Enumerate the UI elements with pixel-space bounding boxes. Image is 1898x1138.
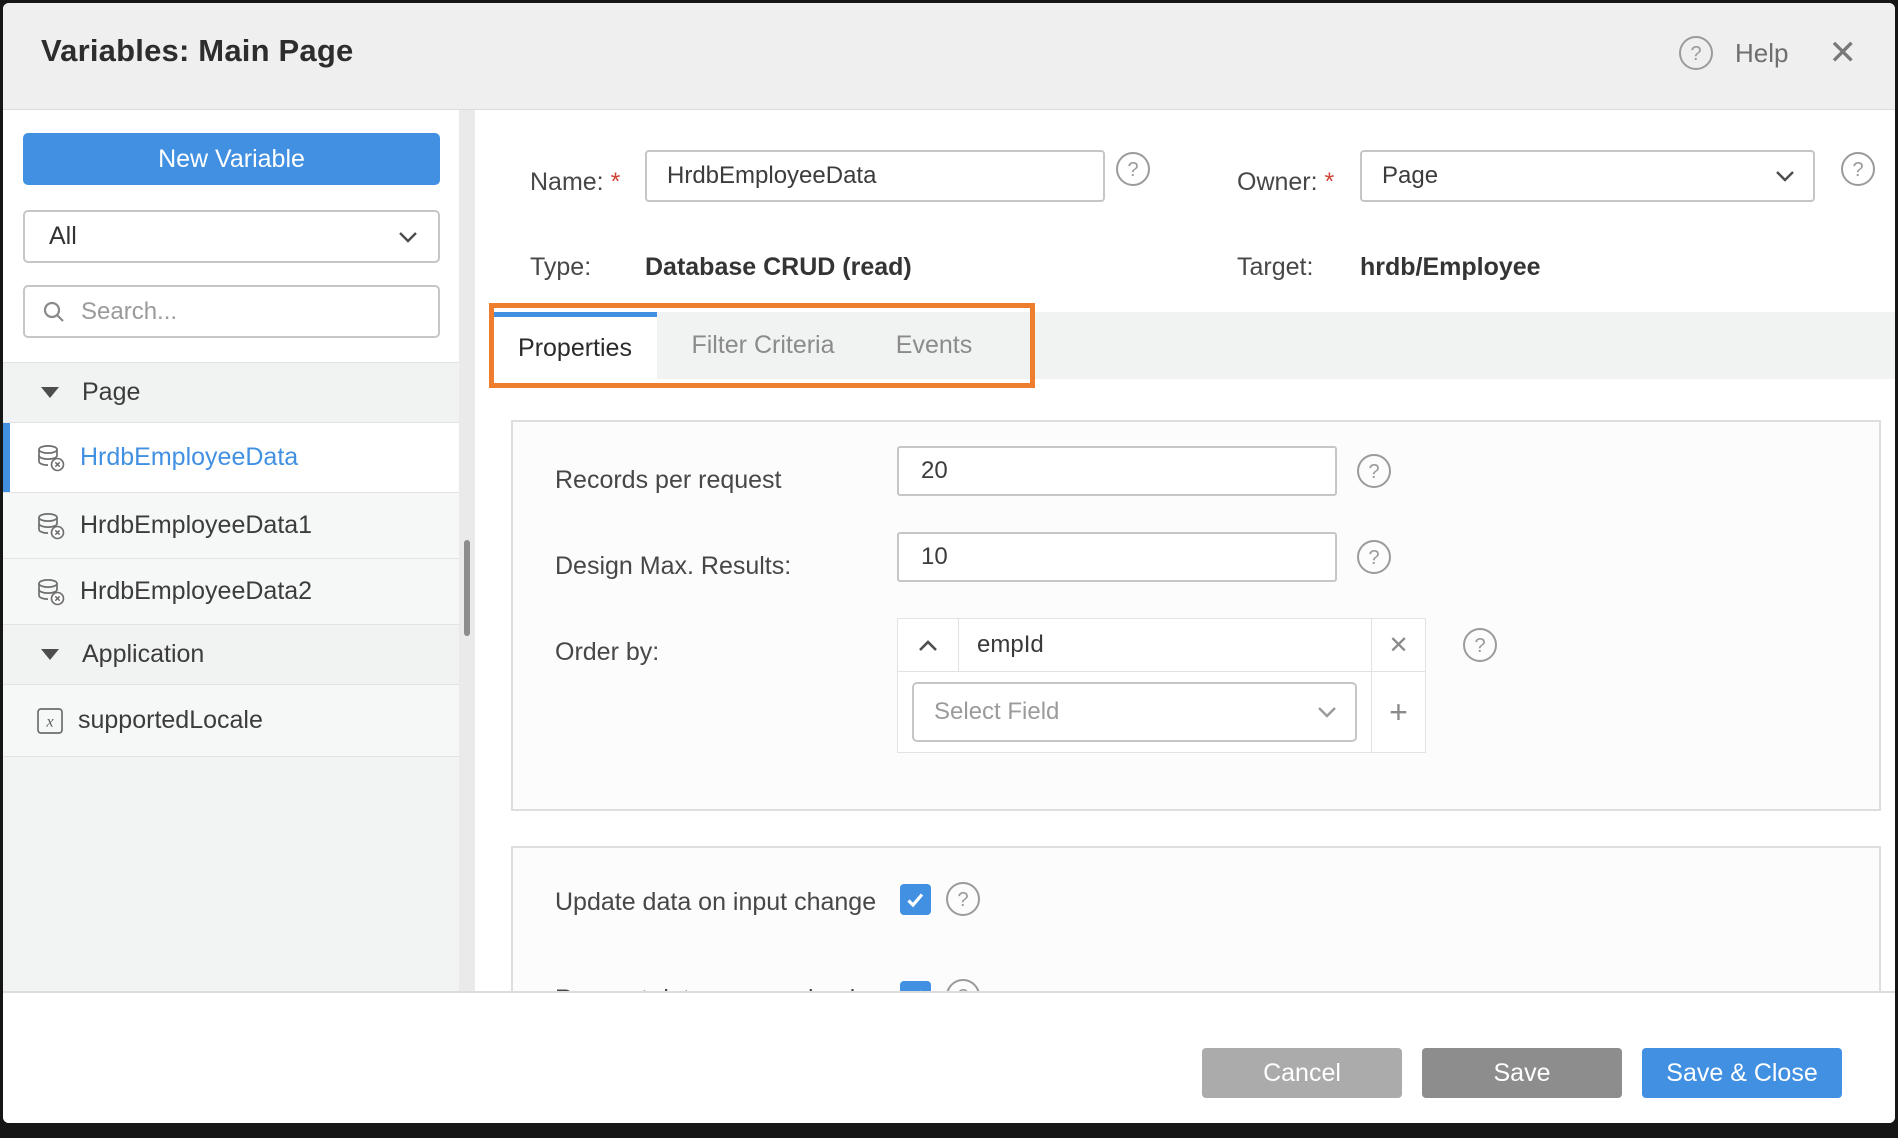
sort-direction-button[interactable] <box>898 619 959 671</box>
new-variable-button[interactable]: New Variable <box>23 133 440 185</box>
order-by-label: Order by: <box>555 638 659 667</box>
variable-icon: x <box>36 707 64 735</box>
chevron-down-icon <box>1317 705 1337 719</box>
tree-item-label: supportedLocale <box>78 706 263 735</box>
tree-group-application[interactable]: Application <box>3 624 459 684</box>
database-crud-icon <box>36 511 66 541</box>
owner-select[interactable]: Page <box>1360 150 1815 202</box>
save-button[interactable]: Save <box>1422 1048 1622 1098</box>
name-input[interactable] <box>645 150 1105 202</box>
order-by-help-icon[interactable] <box>1463 628 1497 662</box>
variables-dialog: Variables: Main Page Help ✕ New Variable… <box>3 3 1895 1123</box>
design-max-results-help-icon[interactable] <box>1357 540 1391 574</box>
select-field-placeholder: Select Field <box>934 698 1317 726</box>
type-label: Type: <box>530 253 591 282</box>
screen: Variables: Main Page Help ✕ New Variable… <box>0 0 1898 1138</box>
design-max-results-label: Design Max. Results: <box>555 552 791 581</box>
save-and-close-button[interactable]: Save & Close <box>1642 1048 1842 1098</box>
database-crud-icon <box>36 443 66 473</box>
owner-value: Page <box>1382 162 1775 190</box>
order-by-add-row: Select Field <box>898 672 1425 752</box>
database-crud-icon <box>36 577 66 607</box>
data-options-panel: Update data on input change Request data… <box>511 846 1881 991</box>
tree-item-label: HrdbEmployeeData1 <box>80 511 312 540</box>
variable-filter-select[interactable]: All <box>23 210 440 263</box>
sidebar-scrollbar-track[interactable] <box>459 110 475 991</box>
help-question-icon[interactable] <box>1679 36 1713 70</box>
tab-events[interactable]: Events <box>869 312 999 379</box>
name-label: Name: <box>530 168 620 197</box>
tree-item-label: HrdbEmployeeData2 <box>80 577 312 606</box>
request-on-page-load-help-icon[interactable] <box>946 979 980 991</box>
tab-properties[interactable]: Properties <box>493 312 657 379</box>
search-icon <box>41 299 67 325</box>
update-on-input-change-checkbox[interactable] <box>900 884 931 915</box>
cancel-button[interactable]: Cancel <box>1202 1048 1402 1098</box>
records-per-request-label: Records per request <box>555 466 782 495</box>
svg-text:x: x <box>45 713 53 730</box>
dialog-title: Variables: Main Page <box>41 33 353 69</box>
target-value: hrdb/Employee <box>1360 253 1541 282</box>
records-per-request-input[interactable] <box>897 446 1337 496</box>
tree-group-label: Application <box>82 640 204 669</box>
dialog-footer: Cancel Save Save & Close <box>3 991 1895 1123</box>
tree-item-hrdbemployeedata[interactable]: HrdbEmployeeData <box>3 422 459 492</box>
tree-item-hrdbemployeedata1[interactable]: HrdbEmployeeData1 <box>3 492 459 558</box>
order-by-field: empId <box>959 619 1371 671</box>
select-field-wrap: Select Field <box>898 672 1371 752</box>
collapse-triangle-icon <box>41 387 59 398</box>
tree-group-page[interactable]: Page <box>3 362 459 422</box>
sidebar-scrollbar-thumb[interactable] <box>464 540 470 636</box>
order-by-row: empId <box>898 619 1425 672</box>
update-on-input-change-help-icon[interactable] <box>946 882 980 916</box>
chevron-up-icon <box>918 639 938 652</box>
variable-filter-value: All <box>49 222 398 251</box>
search-box[interactable] <box>23 285 440 338</box>
request-settings-panel: Records per request Design Max. Results:… <box>511 420 1881 811</box>
select-field-dropdown[interactable]: Select Field <box>912 682 1357 742</box>
sidebar-empty-area <box>3 756 459 993</box>
tree-item-supportedlocale[interactable]: x supportedLocale <box>3 684 459 756</box>
help-link[interactable]: Help <box>1735 38 1788 69</box>
tab-strip: Properties Filter Criteria Events <box>493 312 1895 379</box>
add-field-button[interactable] <box>1371 672 1425 752</box>
header-actions: Help ✕ <box>1679 36 1857 70</box>
search-input[interactable] <box>79 297 438 327</box>
update-on-input-change-label: Update data on input change <box>555 888 876 917</box>
dialog-header: Variables: Main Page Help ✕ <box>3 3 1895 110</box>
tree-item-label: HrdbEmployeeData <box>80 443 298 472</box>
type-value: Database CRUD (read) <box>645 253 912 282</box>
variable-detail-panel: Name: Owner: Page Type: Database CRUD (r… <box>475 110 1895 991</box>
name-help-icon[interactable] <box>1116 152 1150 186</box>
variables-tree: Page HrdbEmployeeData <box>3 362 459 993</box>
records-per-request-help-icon[interactable] <box>1357 454 1391 488</box>
target-label: Target: <box>1237 253 1313 282</box>
close-icon[interactable]: ✕ <box>1829 36 1858 70</box>
collapse-triangle-icon <box>41 649 59 660</box>
tree-group-label: Page <box>82 378 140 407</box>
variables-sidebar: New Variable All Page <box>3 110 459 991</box>
chevron-down-icon <box>1775 169 1795 183</box>
order-by-control: empId Select Field <box>897 618 1426 753</box>
tab-filter-criteria[interactable]: Filter Criteria <box>657 312 869 379</box>
owner-help-icon[interactable] <box>1841 152 1875 186</box>
check-icon <box>906 892 925 908</box>
design-max-results-input[interactable] <box>897 532 1337 582</box>
remove-field-button[interactable] <box>1371 619 1425 671</box>
request-on-page-load-checkbox[interactable] <box>900 981 931 991</box>
tree-item-hrdbemployeedata2[interactable]: HrdbEmployeeData2 <box>3 558 459 624</box>
owner-label: Owner: <box>1237 168 1334 197</box>
chevron-down-icon <box>398 230 418 244</box>
